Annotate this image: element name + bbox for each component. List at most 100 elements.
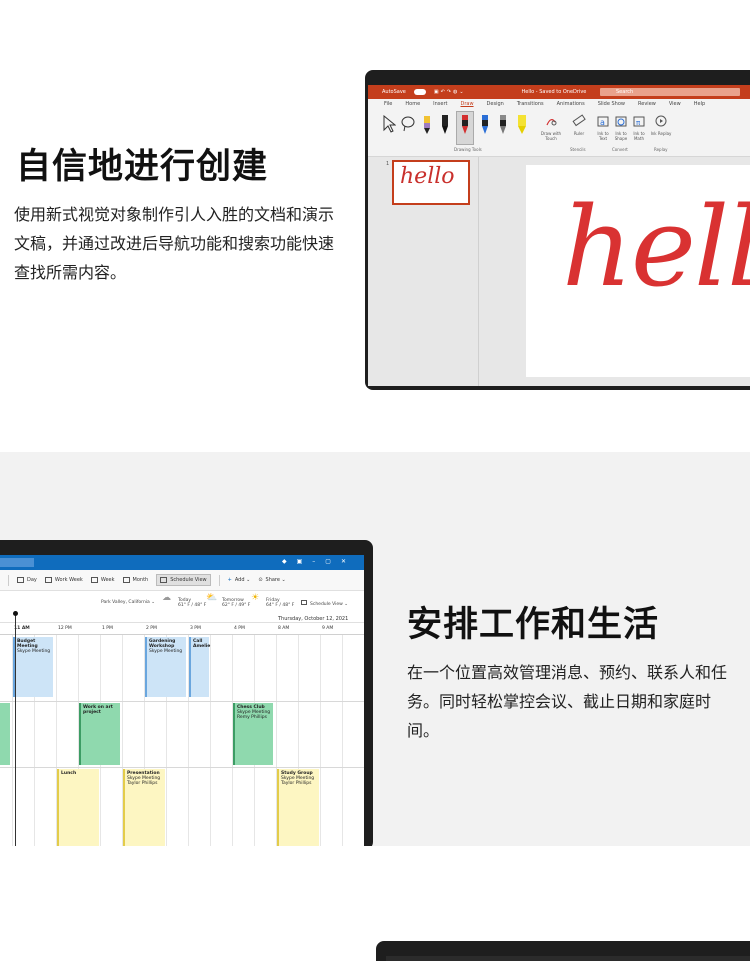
schedule-view-label: Schedule View	[170, 577, 207, 583]
ink-replay-icon[interactable]	[654, 114, 668, 128]
event-call-amelie[interactable]: Call Amelie	[189, 637, 211, 697]
weather-bar: Park Valley, California ⌄ ☁ Today 61° F /…	[0, 591, 364, 615]
section-heading: 安排工作和生活	[407, 605, 660, 645]
search-box[interactable]: Search	[600, 88, 740, 96]
time-label: 4 PM	[234, 626, 245, 631]
lasso-icon[interactable]	[400, 115, 416, 133]
tab-home[interactable]: Home	[405, 101, 420, 107]
eraser-pen-icon[interactable]	[422, 114, 432, 136]
add-button[interactable]: + Add ⌄	[228, 577, 251, 583]
group-drawing-tools: Drawing Tools	[454, 147, 482, 152]
search-box[interactable]	[0, 558, 34, 567]
ink-to-math-icon[interactable]: π	[632, 114, 646, 128]
event-gardening-workshop[interactable]: Gardening Workshop Skype Meeting	[145, 637, 186, 697]
pane-divider[interactable]	[478, 157, 479, 386]
event-green-partial[interactable]	[0, 703, 10, 765]
view-selector[interactable]: Schedule View ⌄	[301, 600, 348, 607]
select-arrow-icon[interactable]	[382, 115, 396, 133]
view-select-label: Schedule View	[310, 602, 343, 607]
draw-with-touch-label[interactable]: Draw with Touch	[536, 131, 566, 141]
ink-replay-label[interactable]: Ink Replay	[650, 131, 672, 136]
schedule-grid[interactable]: Budget Meeting Skype Meeting Gardening W…	[0, 611, 364, 846]
time-label: 11 AM	[14, 626, 30, 631]
draw-with-touch-icon[interactable]	[544, 114, 558, 128]
cloud-icon: ☁	[162, 593, 171, 603]
slide-canvas[interactable]: hello	[526, 165, 750, 377]
thumbnail-text: hello	[400, 164, 455, 189]
ink-to-shape-icon[interactable]	[614, 114, 628, 128]
sun-icon: ☀	[251, 593, 260, 603]
event-chess-club[interactable]: Chess Club Skype Meeting Remy Phillips	[233, 703, 273, 765]
event-title: Call Amelie	[193, 639, 211, 649]
calendar-day-icon	[17, 577, 24, 583]
gray-pen-icon[interactable]	[498, 114, 508, 136]
day-view-button[interactable]: Day	[17, 577, 37, 583]
weather-temp: 64° F / 48° F	[266, 603, 295, 608]
share-label: Share	[265, 577, 280, 583]
event-attendee: Remy Phillips	[237, 715, 267, 720]
tab-help[interactable]: Help	[694, 101, 705, 107]
section-body: 使用新式视觉对象制作引人入胜的文档和演示文稿，并通过改进后导航功能和搜索功能快速…	[14, 205, 335, 282]
add-label: Add	[234, 577, 245, 583]
partly-sunny-icon: ⛅	[206, 593, 218, 603]
tab-slide-show[interactable]: Slide Show	[598, 101, 625, 107]
ruler-icon[interactable]	[572, 114, 586, 128]
autosave-toggle[interactable]	[413, 89, 426, 95]
tab-view[interactable]: View	[669, 101, 681, 107]
event-work-on-art-project[interactable]: Work on art project	[79, 703, 120, 765]
schedule-view-icon	[160, 577, 168, 583]
slide-ink-text: hello	[562, 183, 750, 311]
document-title: Hello - Saved to OneDrive	[521, 89, 587, 95]
event-lunch[interactable]: Lunch	[57, 769, 99, 846]
date-header: Thursday, October 12, 2021	[0, 615, 364, 623]
quick-access-icons[interactable]: ▣↶↷◍⌄	[434, 89, 466, 95]
tab-draw[interactable]: Draw	[460, 101, 473, 107]
ruler-label[interactable]: Ruler	[568, 131, 590, 136]
event-study-group[interactable]: Study Group Skype Meeting Taylor Phillip…	[277, 769, 319, 846]
ink-to-math-label[interactable]: Ink to Math	[629, 131, 649, 141]
outlook-titlebar: ◆▣–▢✕	[0, 555, 364, 570]
highlighter-icon[interactable]	[516, 114, 528, 136]
grid-line	[342, 635, 343, 846]
slide-editor: 1 hello hello	[368, 157, 750, 386]
time-label: 2 PM	[146, 626, 157, 631]
event-attendee: Taylor Phillips	[127, 781, 158, 786]
blue-pen-icon[interactable]	[480, 114, 490, 136]
red-pen-icon[interactable]	[460, 114, 470, 136]
share-icon: ⊙	[258, 577, 263, 583]
tab-review[interactable]: Review	[638, 101, 656, 107]
month-view-button[interactable]: Month	[122, 577, 148, 583]
event-presentation[interactable]: Presentation Skype Meeting Taylor Philli…	[123, 769, 165, 846]
week-view-button[interactable]: Week	[90, 577, 115, 583]
location-label: Park Valley, California	[101, 600, 150, 605]
event-budget-meeting[interactable]: Budget Meeting Skype Meeting	[13, 637, 53, 697]
current-time-indicator	[15, 613, 16, 846]
ink-to-text-icon[interactable]: a	[596, 114, 610, 128]
location-selector[interactable]: Park Valley, California ⌄	[101, 600, 155, 605]
tab-design[interactable]: Design	[487, 101, 504, 107]
time-label: 12 PM	[58, 626, 72, 631]
row-divider	[0, 701, 364, 702]
tab-file[interactable]: File	[384, 101, 392, 107]
event-title: Lunch	[61, 771, 77, 776]
section-organize: ◆▣–▢✕ Day Work Week Week Month Schedule …	[0, 452, 750, 846]
group-replay: Replay	[654, 147, 668, 152]
weather-today: Today 61° F / 48° F	[178, 598, 206, 608]
black-pen-icon[interactable]	[440, 114, 450, 136]
window-controls[interactable]: ◆▣–▢✕	[282, 558, 356, 565]
draw-ribbon: Drawing Tools Draw with Touch Ruler Sten…	[368, 109, 750, 157]
section-body: 在一个位置高效管理消息、预约、联系人和任务。同时轻松掌控会议、截止日期和家庭时间…	[407, 663, 728, 740]
tab-animations[interactable]: Animations	[557, 101, 585, 107]
ribbon-tabs: File Home Insert Draw Design Transitions…	[368, 99, 750, 109]
schedule-view-icon	[301, 600, 307, 605]
time-label: 9 AM	[322, 626, 334, 631]
week-label: Week	[100, 577, 115, 583]
slide-thumbnail[interactable]: hello	[392, 160, 470, 205]
time-header: 11 AM 12 PM 1 PM 2 PM 3 PM 4 PM 8 AM 9 A…	[0, 623, 364, 635]
powerpoint-screenshot: AutoSave ▣↶↷◍⌄ Hello - Saved to OneDrive…	[368, 85, 750, 386]
tab-insert[interactable]: Insert	[433, 101, 447, 107]
share-button[interactable]: ⊙ Share ⌄	[258, 577, 285, 583]
work-week-view-button[interactable]: Work Week	[44, 577, 83, 583]
tab-transitions[interactable]: Transitions	[517, 101, 544, 107]
schedule-view-button[interactable]: Schedule View	[156, 574, 211, 586]
